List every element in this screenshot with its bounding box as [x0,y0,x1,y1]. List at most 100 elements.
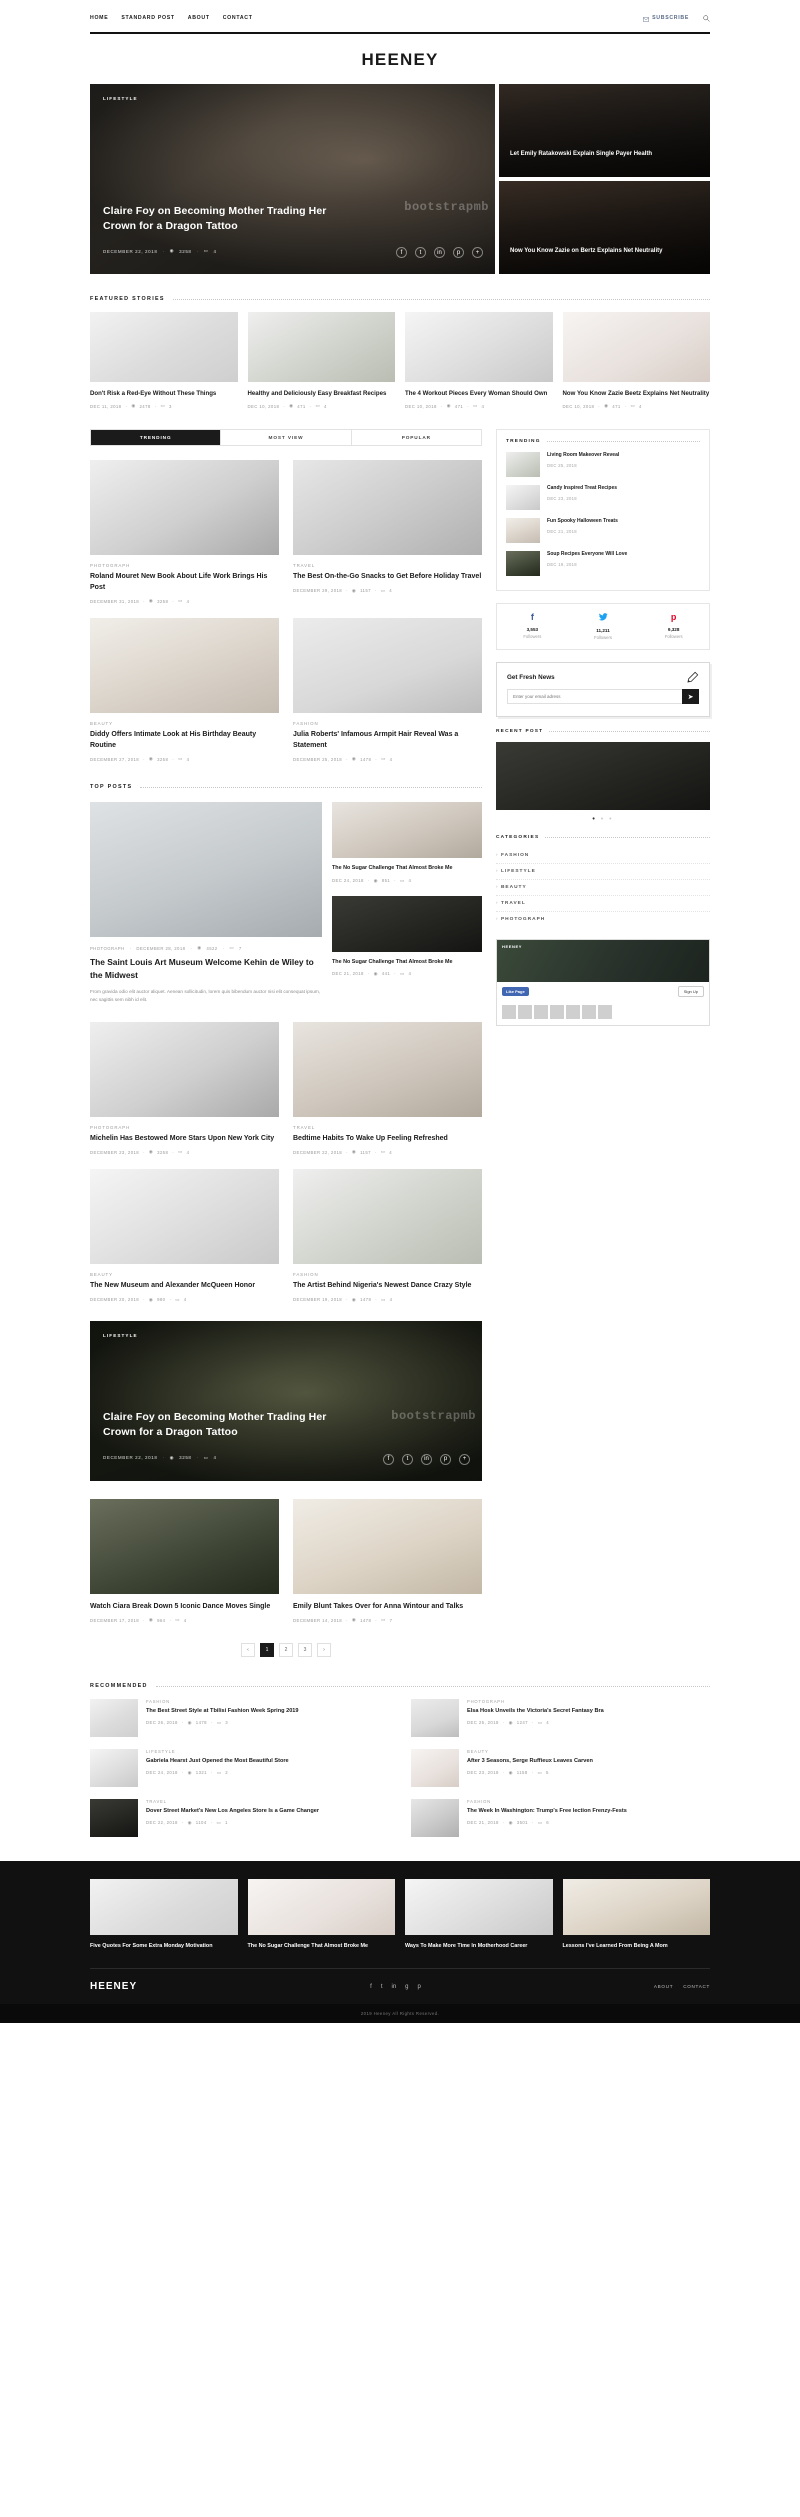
rec-title[interactable]: The Best Street Style at Tbilisi Fashion… [146,1707,299,1715]
rec-title[interactable]: Gabriela Hearst Just Opened the Most Bea… [146,1757,289,1765]
footer-post-card[interactable]: Lessons I've Learned From Being A Mom [562,1879,711,1950]
recommended-item[interactable]: TRAVEL Dover Street Market's New Los Ang… [90,1799,389,1838]
post-category[interactable]: PHOTOGRAPH [90,1125,279,1130]
post-title[interactable]: Roland Mouret New Book About Life Work B… [90,572,279,593]
pinterest-icon[interactable]: p [440,1453,451,1465]
post-card[interactable]: BEAUTY The New Museum and Alexander McQu… [90,1169,279,1303]
post-category[interactable]: BEAUTY [90,721,279,726]
post-title[interactable]: Emily Blunt Takes Over for Anna Wintour … [293,1602,482,1613]
hero2-category[interactable]: LIFESTYLE [103,1333,138,1338]
post-title[interactable]: Bedtime Habits To Wake Up Feeling Refres… [293,1134,482,1145]
post-title[interactable]: Watch Ciara Break Down 5 Iconic Dance Mo… [90,1602,279,1613]
footer-post-title[interactable]: The No Sugar Challenge That Almost Broke… [248,1942,396,1950]
recommended-item[interactable]: PHOTOGRAPH Elsa Hosk Unveils the Victori… [411,1699,710,1738]
post-category[interactable]: FASHION [293,721,482,726]
twitter-icon[interactable]: t [402,1453,413,1465]
top-side-card[interactable]: The No Sugar Challenge That Almost Broke… [332,895,482,977]
post-title[interactable]: Michelin Has Bestowed More Stars Upon Ne… [90,1134,279,1145]
plus-icon[interactable]: + [472,247,483,258]
trending-title[interactable]: Candy Inspired Treat Recipes [547,485,617,493]
facebook-icon[interactable]: f [396,247,407,258]
rec-category[interactable]: BEAUTY [467,1749,593,1754]
footer-post-title[interactable]: Lessons I've Learned From Being A Mom [563,1942,711,1950]
category-item-fashion[interactable]: FASHION [496,848,710,865]
secondary-hero[interactable]: LIFESTYLE Claire Foy on Becoming Mother … [90,1320,482,1481]
hero-title[interactable]: Claire Foy on Becoming Mother Trading He… [103,204,353,234]
hero-card-2-title[interactable]: Now You Know Zazie on Bertz Explains Net… [510,247,696,256]
rec-category[interactable]: LIFESTYLE [146,1749,289,1754]
hero-main-card[interactable]: LIFESTYLE Claire Foy on Becoming Mother … [90,84,495,274]
plus-icon[interactable]: + [459,1453,470,1465]
footer-link-contact[interactable]: CONTACT [683,1984,710,1989]
featured-title[interactable]: Healthy and Deliciously Easy Breakfast R… [248,389,396,398]
pagination-page-1[interactable]: 1 [260,1643,274,1658]
facebook-signup-button[interactable]: Sign Up [677,986,704,998]
footer-logo[interactable]: HEENEY [90,1981,137,1992]
category-item-lifestyle[interactable]: LIFESTYLE [496,864,710,881]
nav-item-home[interactable]: HOME [90,15,108,21]
newsletter-submit-button[interactable]: ➤ [682,689,699,705]
pinterest-icon[interactable]: p [453,247,464,258]
pinterest-icon[interactable]: p [418,1984,421,1990]
footer-post-card[interactable]: Ways To Make More Time In Motherhood Car… [405,1879,553,1950]
featured-title[interactable]: The 4 Workout Pieces Every Woman Should … [405,389,553,398]
category-item-travel[interactable]: TRAVEL [496,896,710,913]
trending-title[interactable]: Fun Spooky Halloween Treats [547,518,618,526]
post-card[interactable]: FASHION The Artist Behind Nigeria's Newe… [293,1169,482,1303]
featured-card[interactable]: The 4 Workout Pieces Every Woman Should … [405,312,553,409]
twitter-icon[interactable]: t [381,1984,383,1990]
recommended-item[interactable]: LIFESTYLE Gabriela Hearst Just Opened th… [90,1749,389,1788]
facebook-icon[interactable]: f [370,1984,372,1990]
rec-title[interactable]: After 3 Seasons, Serge Ruffieux Leaves C… [467,1757,593,1765]
top-side-card[interactable]: The No Sugar Challenge That Almost Broke… [332,802,482,883]
nav-item-contact[interactable]: CONTACT [223,15,253,21]
hero-card-2[interactable]: Now You Know Zazie on Bertz Explains Net… [499,181,710,274]
footer-post-title[interactable]: Five Quotes For Some Extra Monday Motiva… [90,1942,238,1950]
social-facebook[interactable]: f 3,553 Followers [497,613,568,640]
post-card[interactable]: Watch Ciara Break Down 5 Iconic Dance Mo… [90,1498,279,1624]
post-title[interactable]: The Artist Behind Nigeria's Newest Dance… [293,1281,482,1292]
hero-card-1-title[interactable]: Let Emily Ratakowski Explain Single Paye… [510,150,696,159]
trending-title[interactable]: Living Room Makeover Reveal [547,452,619,460]
recent-post-image[interactable] [496,742,710,811]
post-card[interactable]: TRAVEL Bedtime Habits To Wake Up Feeling… [293,1021,482,1156]
rec-category[interactable]: PHOTOGRAPH [467,1699,604,1704]
linkedin-icon[interactable]: in [421,1453,432,1465]
post-category[interactable]: PHOTOGRAPH [90,563,279,568]
hero2-title[interactable]: Claire Foy on Becoming Mother Trading He… [103,1410,353,1440]
post-title[interactable]: The Best On-the-Go Snacks to Get Before … [293,572,482,583]
nav-item-about[interactable]: ABOUT [188,15,210,21]
trending-title[interactable]: Soup Recipes Everyone Will Love [547,551,627,559]
tab-trending[interactable]: TRENDING [91,430,222,446]
post-category[interactable]: TRAVEL [293,563,482,568]
facebook-icon[interactable]: f [383,1453,394,1465]
featured-card[interactable]: Now You Know Zazie Beetz Explains Net Ne… [562,312,710,409]
trending-item[interactable]: Candy Inspired Treat Recipes DEC 23, 201… [506,485,700,511]
facebook-like-button[interactable]: Like Page [502,987,529,997]
search-icon[interactable] [703,10,710,26]
category[interactable]: PHOTOGRAPH [90,946,124,951]
post-card[interactable]: BEAUTY Diddy Offers Intimate Look at His… [90,618,279,762]
post-category[interactable]: TRAVEL [293,1125,482,1130]
post-card[interactable]: FASHION Julia Roberts' Infamous Armpit H… [293,618,482,762]
top-featured-title[interactable]: The Saint Louis Art Museum Welcome Kehin… [90,956,322,981]
category-item-beauty[interactable]: BEAUTY [496,880,710,897]
newsletter-email-input[interactable] [507,689,682,705]
recommended-item[interactable]: FASHION The Week In Washington: Trump's … [411,1799,710,1838]
nav-item-standard-post[interactable]: STANDARD POST [121,15,174,21]
footer-link-about[interactable]: ABOUT [654,1984,673,1989]
social-twitter[interactable]: 11,211 Followers [568,613,639,640]
social-pinterest[interactable]: p 9,328 Followers [638,613,709,640]
post-title[interactable]: Diddy Offers Intimate Look at His Birthd… [90,730,279,751]
featured-card[interactable]: Don't Risk a Red-Eye Without These Thing… [90,312,238,409]
rec-category[interactable]: FASHION [146,1699,299,1704]
footer-post-card[interactable]: Five Quotes For Some Extra Monday Motiva… [90,1879,238,1950]
featured-title[interactable]: Don't Risk a Red-Eye Without These Thing… [90,389,238,398]
top-side-title[interactable]: The No Sugar Challenge That Almost Broke… [332,864,482,872]
linkedin-icon[interactable]: in [434,247,445,258]
post-title[interactable]: Julia Roberts' Infamous Armpit Hair Reve… [293,730,482,751]
rec-title[interactable]: The Week In Washington: Trump's Free lec… [467,1807,627,1815]
post-category[interactable]: BEAUTY [90,1272,279,1277]
recommended-item[interactable]: FASHION The Best Street Style at Tbilisi… [90,1699,389,1738]
category-item-photograph[interactable]: PHOTOGRAPH [496,912,710,927]
